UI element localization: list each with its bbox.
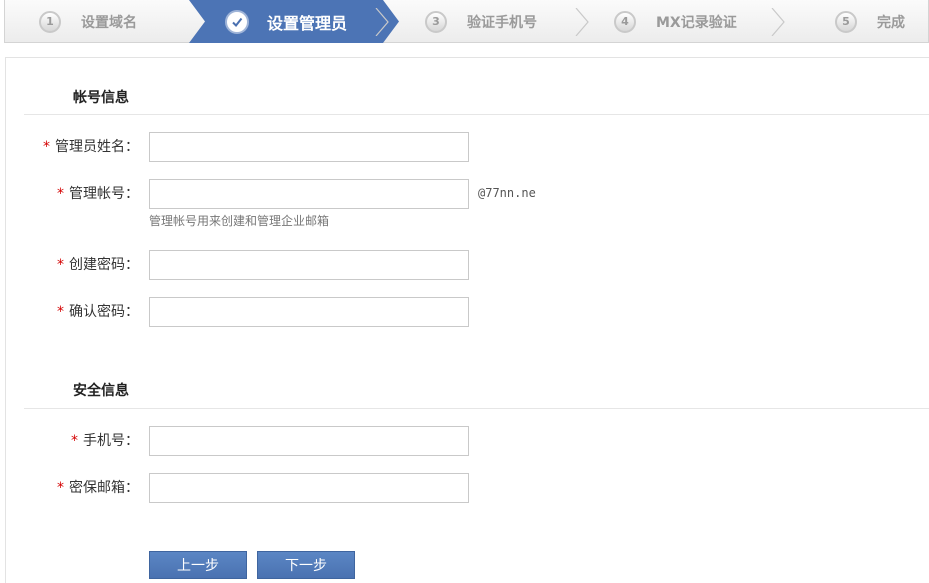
admin-account-label: * 管理帐号：: [57, 186, 139, 202]
required-mark: *: [57, 186, 64, 202]
step-1: 1 设置域名: [39, 0, 137, 43]
security-info-heading: 安全信息: [73, 383, 129, 399]
chevron-right-icon: [375, 8, 389, 36]
admin-name-input[interactable]: [149, 132, 469, 162]
wizard-step-bar: 1 设置域名 设置管理员 3 验证手机号 4 MX记录验证 5 完成: [4, 0, 929, 43]
create-password-label: * 创建密码：: [57, 257, 139, 273]
required-mark: *: [57, 480, 64, 496]
create-password-input[interactable]: [149, 250, 469, 280]
step-2: 设置管理员: [225, 0, 347, 43]
admin-account-input[interactable]: [149, 179, 469, 209]
confirm-password-label: * 确认密码：: [57, 304, 139, 320]
admin-name-label: * 管理员姓名：: [43, 139, 139, 155]
next-step-button[interactable]: 下一步: [257, 551, 355, 579]
prev-step-button[interactable]: 上一步: [149, 551, 247, 579]
step-number-badge: 4: [614, 10, 636, 33]
check-icon: [225, 9, 249, 34]
account-info-heading: 帐号信息: [73, 90, 129, 106]
phone-label: * 手机号：: [71, 433, 139, 449]
domain-suffix: @77nn.ne: [478, 186, 536, 200]
required-mark: *: [57, 257, 64, 273]
step-3: 3 验证手机号: [425, 0, 537, 43]
phone-input[interactable]: [149, 426, 469, 456]
step-label: 完成: [877, 14, 905, 31]
step-label: MX记录验证: [656, 14, 737, 31]
step-5: 5 完成: [835, 0, 905, 43]
section-divider: [24, 114, 929, 115]
chevron-right-icon: [575, 8, 589, 36]
required-mark: *: [43, 139, 50, 155]
step-label: 验证手机号: [467, 14, 537, 31]
step-4: 4 MX记录验证: [614, 0, 737, 43]
step-number-badge: 3: [425, 10, 447, 33]
confirm-password-input[interactable]: [149, 297, 469, 327]
backup-email-label: * 密保邮箱：: [57, 480, 139, 496]
backup-email-input[interactable]: [149, 473, 469, 503]
admin-account-hint: 管理帐号用来创建和管理企业邮箱: [149, 214, 330, 228]
step-number-badge: 5: [835, 10, 857, 33]
step-number-badge: 1: [39, 10, 61, 33]
section-divider: [24, 408, 929, 409]
chevron-right-icon: [771, 8, 785, 36]
required-mark: *: [57, 304, 64, 320]
required-mark: *: [71, 433, 78, 449]
step-label: 设置管理员: [267, 13, 348, 33]
step-label: 设置域名: [81, 14, 137, 31]
